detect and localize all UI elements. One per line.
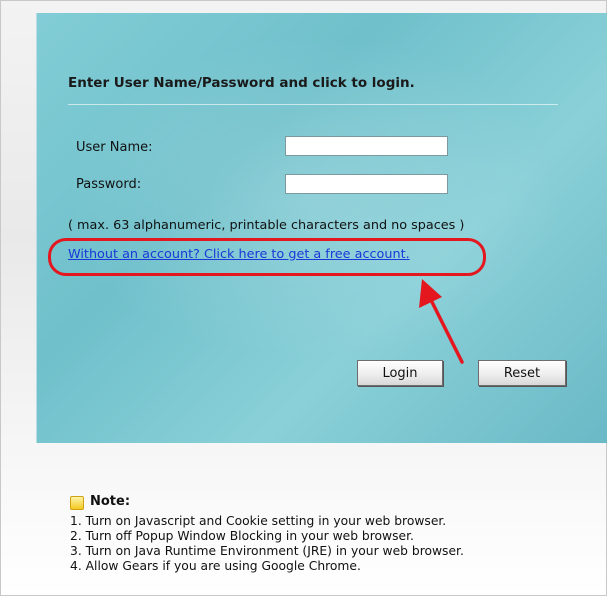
note-item: 4. Allow Gears if you are using Google C… — [70, 559, 361, 573]
note-icon — [70, 496, 84, 510]
password-hint: ( max. 63 alphanumeric, printable charac… — [68, 218, 465, 233]
note-item: 3. Turn on Java Runtime Environment (JRE… — [70, 544, 464, 558]
heading-divider — [68, 104, 558, 105]
login-heading: Enter User Name/Password and click to lo… — [68, 75, 415, 91]
reset-button[interactable]: Reset — [478, 360, 566, 386]
username-input[interactable] — [285, 136, 448, 156]
note-item: 2. Turn off Popup Window Blocking in you… — [70, 529, 414, 543]
password-label: Password: — [76, 177, 142, 192]
login-button[interactable]: Login — [357, 360, 443, 386]
password-input[interactable] — [285, 174, 448, 194]
red-arrow-icon — [419, 279, 464, 364]
username-label: User Name: — [76, 140, 153, 155]
note-title: Note: — [90, 494, 131, 509]
note-list: 1. Turn on Javascript and Cookie setting… — [70, 514, 464, 574]
note-item: 1. Turn on Javascript and Cookie setting… — [70, 514, 447, 528]
